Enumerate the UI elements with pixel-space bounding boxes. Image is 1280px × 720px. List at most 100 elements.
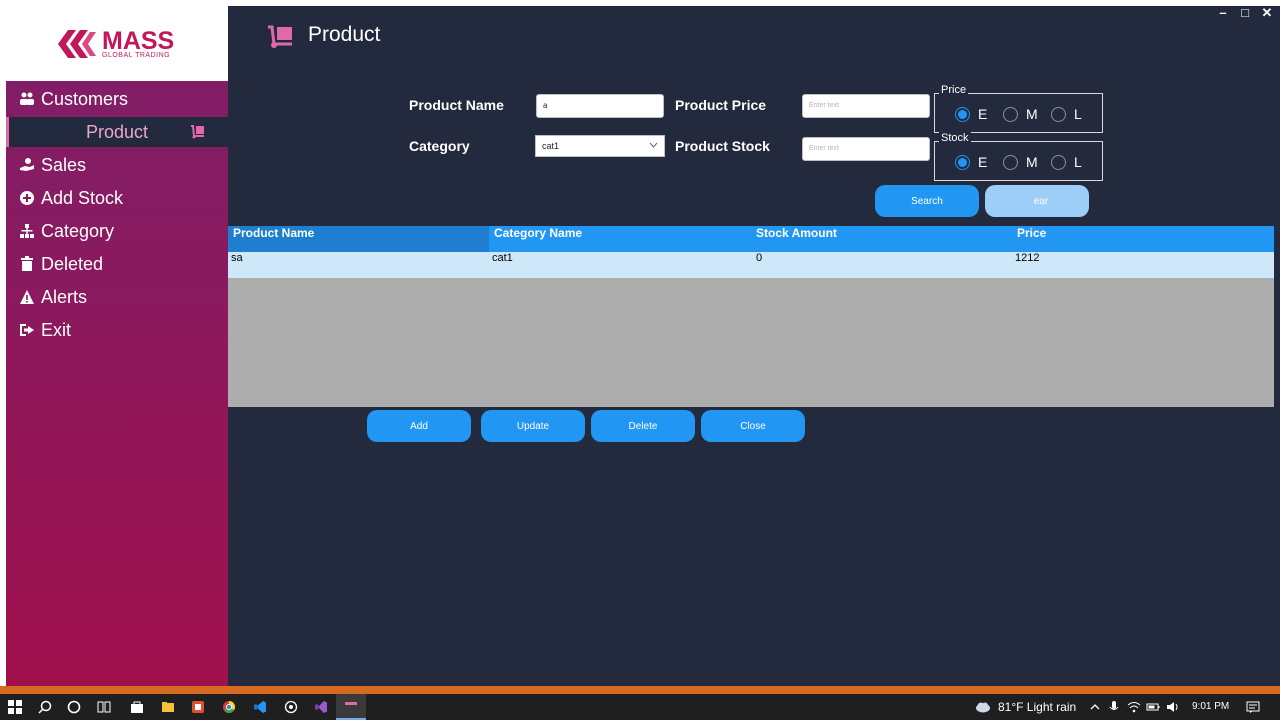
- delete-button[interactable]: Delete: [591, 410, 695, 442]
- sidebar-item-label: Customers: [41, 88, 129, 109]
- stock-radio-e[interactable]: E: [955, 154, 987, 170]
- sidebar-item-customers[interactable]: Customers: [6, 84, 228, 114]
- dolly-icon: [268, 25, 292, 48]
- window-controls: – □ ✕: [1216, 6, 1274, 20]
- price-group-title: Price: [939, 84, 969, 96]
- radio-label: L: [1074, 106, 1082, 122]
- trash-icon: [21, 256, 33, 271]
- sidebar-item-sales[interactable]: Sales: [6, 150, 228, 180]
- chrome-icon[interactable]: [222, 700, 236, 714]
- sidebar-item-label: Add Stock: [41, 187, 124, 208]
- logo-name: MASS: [102, 27, 175, 55]
- task-view-icon[interactable]: [97, 700, 111, 714]
- products-table[interactable]: Product Name Category Name Stock Amount …: [228, 226, 1274, 407]
- clock[interactable]: 9:01 PM: [1192, 701, 1229, 712]
- cell-product-name: sa: [231, 252, 243, 264]
- cortana-icon[interactable]: [67, 700, 81, 714]
- maximize-button[interactable]: □: [1238, 6, 1252, 20]
- plus-circle-icon: [20, 191, 34, 205]
- category-label: Category: [409, 138, 470, 154]
- column-header-category-name[interactable]: Category Name: [489, 226, 751, 252]
- notifications-icon[interactable]: [1246, 700, 1260, 714]
- stock-radio-group: Stock E M L: [934, 132, 1103, 181]
- windows-start-icon[interactable]: [8, 700, 22, 714]
- price-radio-l[interactable]: L: [1051, 106, 1082, 122]
- users-icon: [20, 92, 34, 105]
- logo-tagline: GLOBAL TRADING: [102, 52, 171, 59]
- sidebar-item-product[interactable]: Product: [6, 117, 228, 147]
- app-icon[interactable]: [191, 700, 205, 714]
- app-window: MASS GLOBAL TRADING Customers Product Sa…: [6, 6, 1280, 686]
- sidebar-item-label: Product: [85, 121, 149, 142]
- store-icon[interactable]: [130, 700, 144, 714]
- radio-label: E: [978, 154, 988, 170]
- sign-out-icon: [20, 324, 34, 336]
- product-stock-label: Product Stock: [675, 138, 770, 154]
- cell-stock-amount: 0: [756, 252, 763, 264]
- sidebar-item-exit[interactable]: Exit: [6, 315, 228, 345]
- logo: MASS GLOBAL TRADING: [6, 6, 228, 81]
- dolly-icon: [191, 125, 204, 139]
- clear-button[interactable]: ear: [985, 185, 1089, 217]
- minimize-button[interactable]: –: [1216, 6, 1230, 20]
- wifi-icon[interactable]: [1127, 700, 1141, 714]
- hand-coin-icon: [20, 158, 34, 171]
- radio-circle: [1003, 106, 1018, 122]
- vscode-icon[interactable]: [253, 700, 267, 714]
- radio-label: M: [1026, 154, 1038, 170]
- product-name-input[interactable]: a: [536, 94, 664, 118]
- page-title: Product: [308, 23, 381, 46]
- sidebar-item-alerts[interactable]: Alerts: [6, 282, 228, 312]
- sidebar-item-label: Category: [41, 220, 115, 241]
- sidebar-item-add-stock[interactable]: Add Stock: [6, 183, 228, 213]
- sidebar-item-deleted[interactable]: Deleted: [6, 249, 228, 279]
- price-radio-group: Price E M L: [934, 84, 1103, 133]
- weather-status[interactable]: 81°F Light rain: [998, 700, 1076, 714]
- column-header-stock-amount[interactable]: Stock Amount: [751, 226, 1012, 252]
- price-radio-e[interactable]: E: [955, 106, 987, 122]
- table-header: Product Name Category Name Stock Amount …: [228, 226, 1274, 252]
- close-button[interactable]: Close: [701, 410, 805, 442]
- sidebar-item-label: Alerts: [41, 286, 88, 307]
- stock-group-title: Stock: [939, 132, 971, 144]
- search-icon[interactable]: [38, 700, 52, 714]
- taskbar-edge: [0, 686, 1280, 694]
- github-icon[interactable]: [284, 700, 298, 714]
- volume-icon[interactable]: [1166, 700, 1180, 714]
- stock-radio-m[interactable]: M: [1003, 154, 1038, 170]
- close-window-button[interactable]: ✕: [1260, 6, 1274, 20]
- sidebar-item-label: Sales: [41, 154, 87, 175]
- product-price-label: Product Price: [675, 97, 767, 113]
- file-explorer-icon[interactable]: [161, 700, 175, 714]
- stock-radio-l[interactable]: L: [1051, 154, 1082, 170]
- column-header-price[interactable]: Price: [1012, 226, 1274, 252]
- cell-price: 1212: [1015, 252, 1040, 264]
- radio-circle: [1051, 154, 1066, 170]
- add-button[interactable]: Add: [367, 410, 471, 442]
- radio-circle: [1003, 154, 1018, 170]
- update-button[interactable]: Update: [481, 410, 585, 442]
- running-app-button[interactable]: [336, 694, 366, 720]
- product-name-label: Product Name: [409, 97, 504, 113]
- category-select-value: cat1: [542, 141, 560, 151]
- visual-studio-icon[interactable]: [314, 700, 328, 714]
- chevron-up-icon[interactable]: [1088, 700, 1102, 714]
- product-stock-input[interactable]: Enter text: [802, 137, 930, 161]
- cell-category-name: cat1: [492, 252, 513, 264]
- microphone-icon[interactable]: [1107, 700, 1121, 714]
- weather-cloud-icon: [976, 702, 990, 713]
- column-header-product-name[interactable]: Product Name: [228, 226, 489, 252]
- sitemap-icon: [20, 224, 34, 238]
- radio-circle: [955, 154, 970, 170]
- warning-icon: [20, 290, 34, 304]
- table-row[interactable]: sa cat1 0 1212: [228, 252, 1274, 278]
- battery-icon[interactable]: [1146, 700, 1160, 714]
- radio-label: L: [1074, 154, 1082, 170]
- product-price-input[interactable]: Enter text: [802, 94, 930, 118]
- sidebar-item-label: Deleted: [41, 253, 104, 274]
- category-select[interactable]: cat1: [535, 135, 665, 157]
- radio-label: E: [978, 106, 988, 122]
- search-button[interactable]: Search: [875, 185, 979, 217]
- sidebar-item-category[interactable]: Category: [6, 216, 228, 246]
- price-radio-m[interactable]: M: [1003, 106, 1038, 122]
